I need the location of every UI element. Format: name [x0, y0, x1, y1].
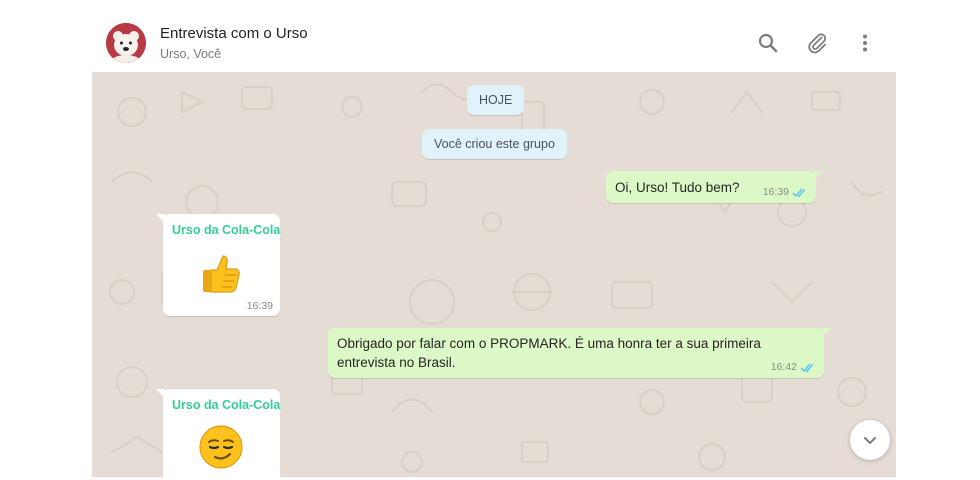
bubble-tail	[822, 328, 831, 337]
message-time: 16:42	[770, 361, 797, 373]
message-meta: 16:39	[763, 186, 808, 198]
sender-name[interactable]: Urso da Cola-Cola	[172, 223, 280, 237]
thumbs-up-emoji-icon	[197, 248, 245, 296]
system-message: Você criou este grupo	[422, 129, 567, 159]
read-ticks-icon	[800, 362, 816, 373]
message-time: 16:39	[762, 186, 789, 198]
chat-header: Entrevista com o Urso Urso, Você	[92, 12, 896, 72]
message-bubble-outgoing[interactable]: Obrigado por falar com o PROPMARK. É uma…	[328, 328, 831, 378]
read-ticks-icon	[792, 187, 808, 198]
bubble-tail	[156, 214, 165, 223]
message-text: Obrigado por falar com o PROPMARK. É uma…	[337, 336, 761, 370]
search-icon[interactable]	[756, 31, 780, 55]
message-bubble-outgoing[interactable]: Oi, Urso! Tudo bem? 16:39	[606, 171, 823, 203]
bubble-tail	[814, 171, 823, 180]
message-time: 16:39	[247, 300, 273, 312]
chat-panel[interactable]: HOJE Você criou este grupo Oi, Urso! Tud…	[92, 72, 896, 477]
attach-icon[interactable]	[805, 31, 829, 55]
message-meta: 16:42	[771, 361, 816, 373]
sender-name[interactable]: Urso da Cola-Cola	[172, 398, 280, 412]
message-bubble-incoming[interactable]: Urso da Cola-Cola	[156, 389, 280, 477]
smirking-face-emoji-icon	[197, 423, 245, 471]
polar-bear-avatar-icon	[106, 23, 146, 63]
scroll-to-bottom-button[interactable]	[850, 420, 890, 460]
message-bubble-incoming[interactable]: Urso da Cola-Cola 16:39	[156, 214, 280, 316]
chevron-down-icon	[864, 437, 876, 444]
message-time-text: 16:39	[246, 300, 273, 312]
chat-title[interactable]: Entrevista com o Urso	[160, 25, 308, 42]
message-text: Oi, Urso! Tudo bem?	[615, 180, 740, 195]
date-divider: HOJE	[467, 85, 525, 115]
menu-icon[interactable]	[853, 31, 877, 55]
group-avatar[interactable]	[106, 23, 146, 63]
bubble-tail	[156, 389, 165, 398]
chat-participants: Urso, Você	[160, 47, 222, 61]
